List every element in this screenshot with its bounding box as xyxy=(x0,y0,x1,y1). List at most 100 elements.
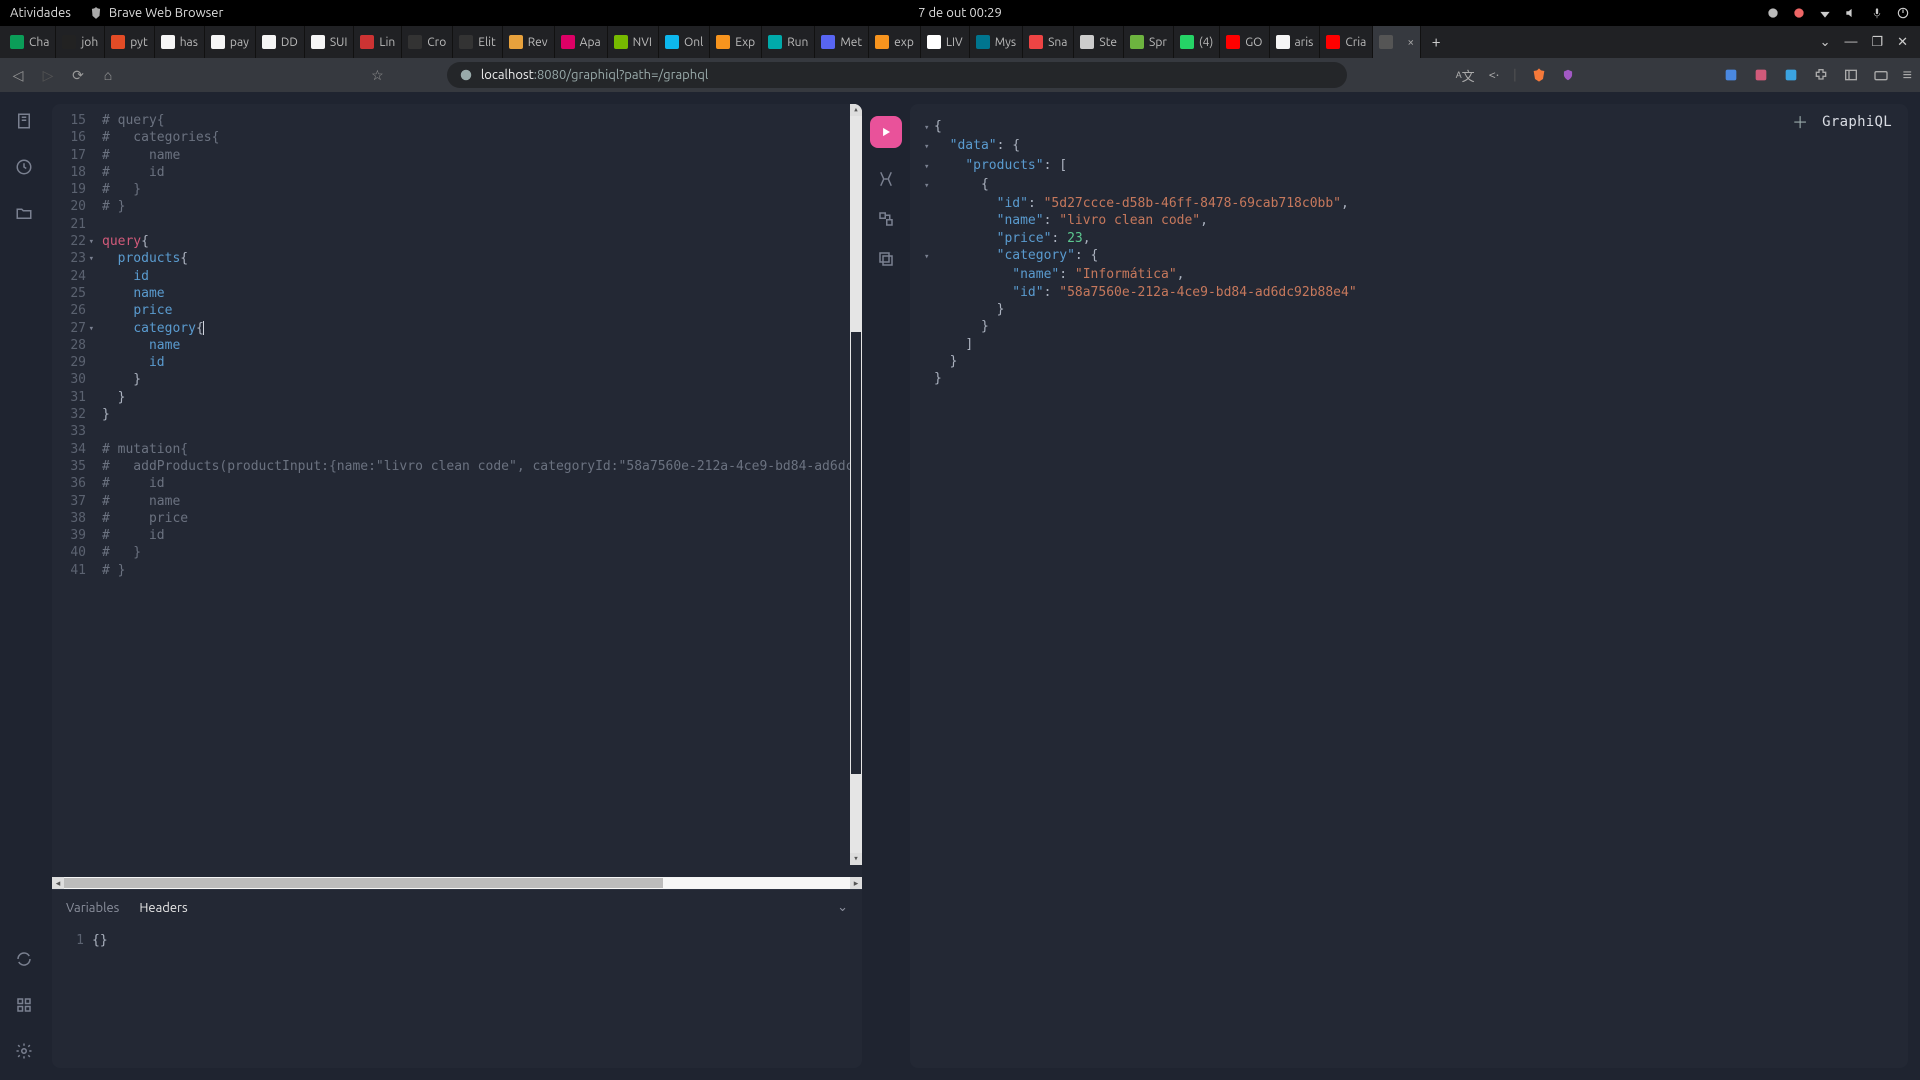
current-app[interactable]: Brave Web Browser xyxy=(89,6,224,20)
forward-button[interactable]: ▷ xyxy=(38,67,58,84)
tab-close-icon[interactable]: × xyxy=(1407,36,1414,49)
collapse-chevron-icon[interactable]: ⌄ xyxy=(837,900,848,915)
brave-rewards-icon[interactable] xyxy=(1531,67,1547,83)
app-menu-button[interactable]: ≡ xyxy=(1903,66,1912,85)
tab-favicon xyxy=(1326,35,1340,49)
browser-tab-strip: ChajohpythaspayDD SUI Lin Cro Elit Rev Apa NVIO… xyxy=(0,26,1920,58)
execute-button[interactable] xyxy=(870,116,902,148)
browser-tab[interactable]: DD xyxy=(256,26,305,58)
clock[interactable]: 7 de out 00:29 xyxy=(918,6,1002,20)
browser-tab[interactable]: SUI xyxy=(305,26,355,58)
share-icon[interactable]: <· xyxy=(1489,68,1500,82)
scroll-down-arrow[interactable]: ▾ xyxy=(850,853,862,865)
scroll-right-arrow[interactable]: ▸ xyxy=(850,877,862,889)
vertical-scrollbar[interactable]: ▴ ▾ xyxy=(850,104,862,865)
browser-tab[interactable]: Met xyxy=(815,26,869,58)
translate-icon[interactable]: ᴬ文 xyxy=(1456,66,1475,85)
browser-tab[interactable]: GO xyxy=(1220,26,1269,58)
mic-icon[interactable] xyxy=(1870,6,1884,20)
browser-tab[interactable]: Cro xyxy=(402,26,453,58)
response-json[interactable]: ▾{▾ "data": {▾ "products": [▾ { "id": "5… xyxy=(924,118,1894,387)
browser-tab[interactable]: Elit xyxy=(453,26,503,58)
browser-tab[interactable]: Exp xyxy=(710,26,762,58)
discord-tray-icon[interactable] xyxy=(1766,6,1780,20)
horizontal-scrollbar[interactable]: ◂ ▸ xyxy=(52,877,862,889)
scroll-thumb[interactable] xyxy=(851,332,861,773)
volume-icon[interactable] xyxy=(1844,6,1858,20)
new-tab-button[interactable]: + xyxy=(1421,26,1451,58)
copy-icon[interactable] xyxy=(877,250,895,268)
browser-tab[interactable]: pay xyxy=(205,26,256,58)
hscroll-thumb[interactable] xyxy=(64,878,663,888)
scroll-left-arrow[interactable]: ◂ xyxy=(52,877,64,889)
refetch-icon[interactable] xyxy=(15,950,33,968)
explorer-icon[interactable] xyxy=(15,204,33,222)
browser-tab[interactable]: Apa xyxy=(555,26,608,58)
extensions-menu-icon[interactable] xyxy=(1813,67,1829,83)
minimize-icon[interactable]: — xyxy=(1844,35,1857,49)
secondary-editor: Variables Headers ⌄ 1 {} xyxy=(52,889,862,1068)
browser-tab[interactable]: aris xyxy=(1270,26,1321,58)
tab-label: Spr xyxy=(1149,36,1167,49)
settings-icon[interactable] xyxy=(15,1042,33,1060)
add-tab-button[interactable]: ＋ xyxy=(1792,114,1808,131)
tab-label: Lin xyxy=(379,36,395,49)
tab-label: SUI xyxy=(330,36,348,49)
tab-label: GO xyxy=(1245,36,1262,49)
browser-tab[interactable]: Sna xyxy=(1023,26,1074,58)
query-editor[interactable]: 1516171819202122▾23▾24252627▾28293031323… xyxy=(52,104,862,877)
headers-content[interactable]: {} xyxy=(92,933,108,948)
tab-label: Elit xyxy=(478,36,496,49)
tab-label: Apa xyxy=(580,36,601,49)
browser-tab[interactable]: LIV xyxy=(921,26,970,58)
home-button[interactable]: ⌂ xyxy=(98,67,118,83)
url-host: localhost xyxy=(481,68,534,82)
browser-tab[interactable]: exp xyxy=(869,26,921,58)
extension-icon-1[interactable] xyxy=(1723,67,1739,83)
reload-button[interactable]: ⟳ xyxy=(68,67,88,84)
browser-tab[interactable]: Ste xyxy=(1074,26,1124,58)
maximize-icon[interactable]: ❐ xyxy=(1871,35,1883,50)
tab-favicon xyxy=(716,35,730,49)
scroll-up-arrow[interactable]: ▴ xyxy=(850,104,862,116)
extension-icon-2[interactable] xyxy=(1753,67,1769,83)
tab-variables[interactable]: Variables xyxy=(66,901,119,915)
query-code[interactable]: # query{# categories{# name# id# }# }que… xyxy=(92,104,862,877)
site-info-icon[interactable] xyxy=(459,68,473,82)
browser-tab[interactable]: Spr xyxy=(1124,26,1174,58)
browser-tab[interactable]: Mys xyxy=(970,26,1023,58)
sidebar-toggle-icon[interactable] xyxy=(1843,67,1859,83)
shortcuts-icon[interactable] xyxy=(15,996,33,1014)
bookmark-button[interactable]: ☆ xyxy=(367,67,387,84)
merge-icon[interactable] xyxy=(877,210,895,228)
app-tray-icon[interactable] xyxy=(1792,6,1806,20)
history-icon[interactable] xyxy=(15,158,33,176)
browser-tab[interactable]: × xyxy=(1373,26,1421,58)
browser-tab[interactable]: joh xyxy=(56,26,105,58)
activities-menu[interactable]: Atividades xyxy=(10,6,71,20)
browser-tab[interactable]: (4) xyxy=(1174,26,1220,58)
docs-icon[interactable] xyxy=(15,112,33,130)
prettify-icon[interactable] xyxy=(877,170,895,188)
browser-tab[interactable]: Lin xyxy=(354,26,402,58)
browser-tab[interactable]: Onl xyxy=(659,26,710,58)
browser-tab[interactable]: has xyxy=(155,26,205,58)
brave-shields-icon[interactable] xyxy=(1561,68,1575,82)
headers-editor[interactable]: 1 {} xyxy=(52,925,862,1068)
window-close-icon[interactable]: ✕ xyxy=(1897,35,1908,50)
browser-tab[interactable]: Cha xyxy=(4,26,56,58)
address-bar[interactable]: localhost:8080/graphiql?path=/graphql xyxy=(447,62,1347,88)
tab-label: Cro xyxy=(427,36,446,49)
browser-tab[interactable]: NVI xyxy=(608,26,659,58)
extension-icon-3[interactable] xyxy=(1783,67,1799,83)
browser-tab[interactable]: Rev xyxy=(503,26,555,58)
tab-headers[interactable]: Headers xyxy=(139,901,187,915)
browser-tab[interactable]: pyt xyxy=(105,26,155,58)
wifi-icon[interactable] xyxy=(1818,6,1832,20)
wallet-icon[interactable] xyxy=(1873,67,1889,83)
browser-tab[interactable]: Cria xyxy=(1320,26,1373,58)
power-icon[interactable] xyxy=(1896,6,1910,20)
back-button[interactable]: ◁ xyxy=(8,67,28,84)
chevron-down-icon[interactable]: ⌄ xyxy=(1820,35,1831,50)
browser-tab[interactable]: Run xyxy=(762,26,815,58)
